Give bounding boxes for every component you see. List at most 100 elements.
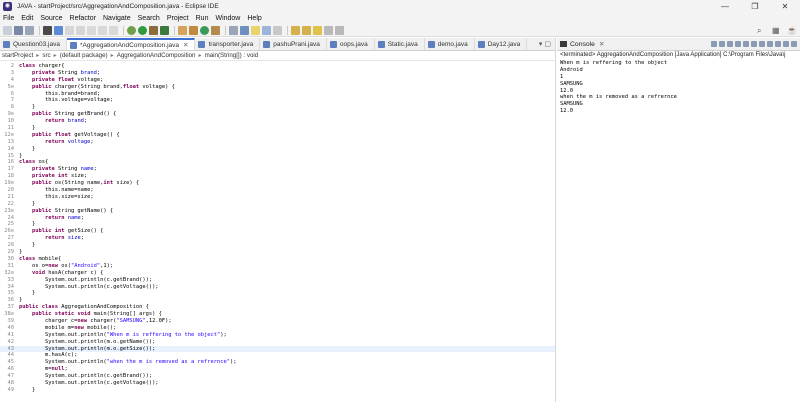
remove-all-icon[interactable] — [727, 41, 733, 47]
breadcrumb-item[interactable]: startProject — [2, 52, 33, 59]
debug-icon[interactable] — [127, 25, 136, 35]
search-toolbar-icon[interactable] — [229, 25, 238, 35]
resume-icon[interactable] — [65, 25, 74, 35]
editor-tab[interactable]: transporter.java — [195, 38, 261, 50]
toggle-block-icon[interactable] — [262, 25, 271, 35]
menu-item-navigate[interactable]: Navigate — [103, 15, 131, 22]
previous-annotation-icon[interactable] — [302, 25, 311, 35]
menu-item-help[interactable]: Help — [247, 15, 261, 22]
eclipse-app-icon: ◉ — [3, 2, 12, 11]
code-text: public int getSize() { — [31, 228, 104, 235]
menu-item-run[interactable]: Run — [196, 15, 209, 22]
pin-console-icon[interactable] — [759, 41, 765, 47]
editor-tab[interactable]: Static.java — [375, 38, 425, 50]
console-line: 12.0 — [560, 87, 573, 94]
console-line: 1 — [560, 73, 564, 80]
display-console-icon[interactable] — [767, 41, 773, 47]
external-tools-icon[interactable] — [160, 25, 169, 35]
remove-launch-icon[interactable] — [719, 41, 725, 47]
editor-tab[interactable]: Question03.java — [0, 38, 67, 50]
terminal-icon[interactable] — [43, 25, 52, 35]
word-wrap-icon[interactable] — [743, 41, 749, 47]
menu-item-window[interactable]: Window — [215, 15, 240, 22]
code-text: System.out.println(m.o.getName()); — [19, 338, 156, 345]
editor-tab-label: Day12.java — [487, 40, 521, 48]
menu-item-search[interactable]: Search — [138, 15, 160, 22]
maximize-icon[interactable]: ❐ — [740, 0, 770, 13]
code-editor[interactable]: 2 class charger{3 private String brand; 4 … — [0, 63, 555, 402]
code-line: 38⊖ public static void main(String[] arg… — [0, 311, 555, 318]
code-text: void hasA(charger c) { — [31, 269, 104, 276]
code-line: 23⊖ public String getName() { — [0, 208, 555, 215]
code-text: this.voltage=voltage; — [19, 97, 114, 104]
toolbar-separator — [123, 25, 124, 35]
title-bar: ◉ JAVA - startProject/src/AggregationAnd… — [0, 0, 800, 13]
code-text: System.out.println("when the m is remove… — [19, 359, 237, 366]
console-tab-label[interactable]: Console — [570, 41, 595, 48]
perspective-icon[interactable]: ▦ — [772, 26, 781, 35]
skip-breakpoints-icon[interactable] — [54, 25, 63, 35]
java-perspective-icon[interactable]: ☕ — [787, 26, 797, 35]
line-number: 27 — [7, 235, 15, 242]
minimize-icon[interactable]: — — [710, 0, 740, 13]
breadcrumb-item[interactable]: (default package) — [60, 52, 108, 59]
last-edit-icon[interactable] — [313, 25, 322, 35]
coverage-icon[interactable] — [149, 25, 158, 35]
next-annotation-icon[interactable] — [291, 25, 300, 35]
line-number: 38⊖ — [4, 311, 14, 318]
menu-item-refactor[interactable]: Refactor — [70, 15, 96, 22]
show-console-icon[interactable] — [751, 41, 757, 47]
code-line: 30 class mobile{ — [0, 256, 555, 263]
mark-occurrences-icon[interactable] — [251, 25, 260, 35]
suspend-icon[interactable] — [76, 25, 85, 35]
save-all-icon[interactable] — [25, 25, 34, 35]
editor-tab-label: *AggregationAndComposition.java — [79, 41, 179, 49]
open-type-icon[interactable] — [211, 25, 220, 35]
menu-item-file[interactable]: File — [3, 15, 14, 22]
code-line: 11 } — [0, 125, 555, 132]
code-text: m=null; — [19, 366, 68, 373]
close-icon[interactable]: ✕ — [770, 0, 800, 13]
breadcrumb-item[interactable]: src — [42, 52, 50, 59]
open-task-icon[interactable] — [240, 25, 249, 35]
code-line: 22 } — [0, 201, 555, 208]
run-icon[interactable] — [138, 25, 147, 35]
new-java-project-icon[interactable] — [178, 25, 187, 35]
back-icon[interactable] — [324, 25, 333, 35]
new-package-icon[interactable] — [189, 25, 198, 35]
code-line: 28 } — [0, 242, 555, 249]
editor-tab[interactable]: oops.java — [327, 38, 375, 50]
editor-tab[interactable]: pashuPrani.java — [260, 38, 327, 50]
code-text: mobile m=new mobile(); — [19, 324, 117, 331]
code-text: System.out.println(m.o.getSize()); — [19, 345, 156, 352]
menu-item-project[interactable]: Project — [167, 15, 189, 22]
close-icon[interactable]: ✕ — [599, 40, 604, 48]
whitespace-icon[interactable] — [273, 25, 282, 35]
editor-tab[interactable]: Day12.java — [475, 38, 528, 50]
close-icon[interactable]: ✕ — [183, 41, 188, 49]
breadcrumb-item[interactable]: AggregationAndComposition — [117, 52, 196, 59]
open-console-icon[interactable] — [775, 41, 781, 47]
terminate-icon[interactable] — [711, 41, 717, 47]
step-over-icon[interactable] — [109, 25, 118, 35]
code-text: System.out.println(c.getBrand()); — [19, 373, 153, 380]
maximize-view-icon[interactable] — [791, 41, 797, 47]
step-into-icon[interactable] — [98, 25, 107, 35]
minimize-view-icon[interactable] — [783, 41, 789, 47]
save-icon[interactable] — [14, 25, 23, 35]
forward-icon[interactable] — [335, 25, 344, 35]
editor-tab[interactable]: demo.java — [425, 38, 475, 50]
line-number: 17 — [7, 166, 15, 173]
editor-tab[interactable]: *AggregationAndComposition.java ✕ — [66, 38, 196, 50]
console-line: Android — [560, 66, 583, 73]
menu-item-source[interactable]: Source — [40, 15, 62, 22]
terminate-icon[interactable] — [87, 25, 96, 35]
breadcrumb-item[interactable]: main(String[]) : void — [205, 52, 259, 59]
tabs-overflow-icon[interactable]: ▾ ▢ — [535, 40, 555, 50]
new-file-icon[interactable] — [3, 25, 12, 35]
search-icon[interactable]: ⌕ — [757, 26, 766, 35]
line-number: 21 — [7, 193, 15, 200]
scroll-lock-icon[interactable] — [735, 41, 741, 47]
menu-item-edit[interactable]: Edit — [21, 15, 33, 22]
new-class-icon[interactable] — [200, 25, 209, 35]
